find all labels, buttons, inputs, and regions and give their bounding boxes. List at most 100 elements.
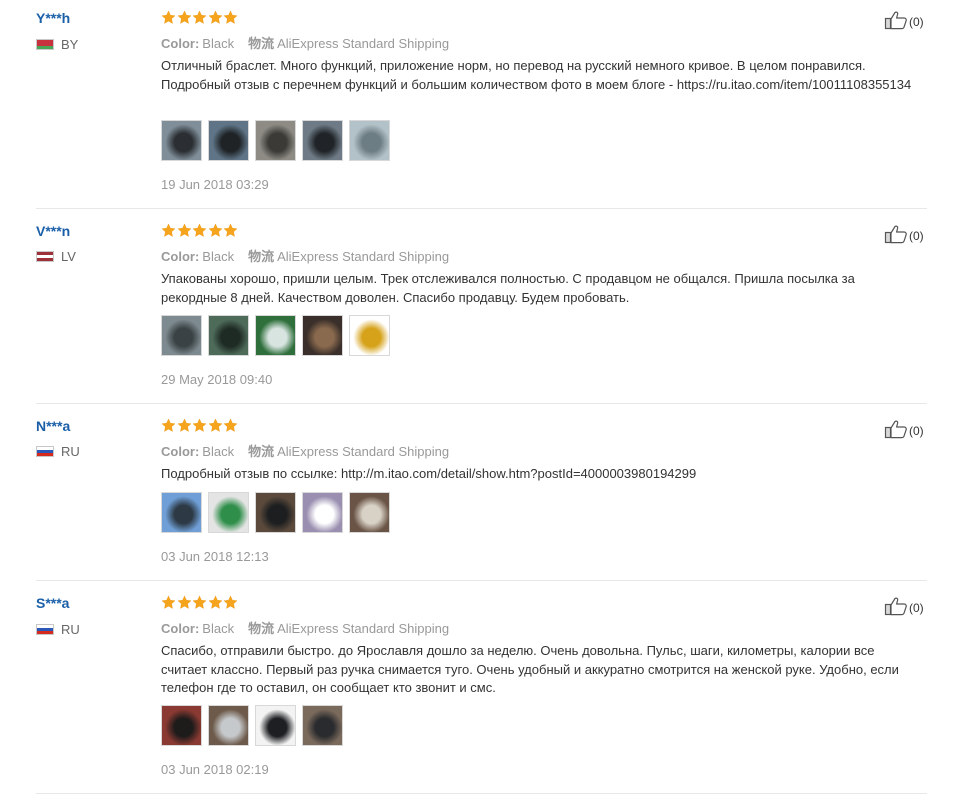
country-flag-icon [36, 39, 54, 50]
star-icon [223, 418, 238, 433]
review-photos [161, 705, 349, 746]
rating-stars [161, 10, 239, 25]
color-value: Black [202, 36, 235, 51]
shipping-label: 物流 [248, 621, 275, 636]
shipping-label: 物流 [248, 444, 275, 459]
review-photo-thumbnail[interactable] [161, 492, 202, 533]
star-icon [223, 10, 238, 25]
review-photo-thumbnail[interactable] [255, 120, 296, 161]
review-photo-thumbnail[interactable] [349, 315, 390, 356]
shipping-value: AliExpress Standard Shipping [277, 249, 450, 264]
review-photos [161, 120, 396, 161]
reviewer-country: RU [36, 444, 80, 459]
review-photo-thumbnail[interactable] [208, 315, 249, 356]
star-icon [161, 418, 176, 433]
star-icon [208, 418, 223, 433]
country-flag-icon [36, 624, 54, 635]
review-photo-thumbnail[interactable] [302, 705, 343, 746]
review-photo-thumbnail[interactable] [255, 315, 296, 356]
review-divider [36, 208, 927, 209]
shipping-value: AliExpress Standard Shipping [277, 621, 450, 636]
thumbs-up-icon [884, 10, 909, 33]
thumbs-up-icon [884, 419, 909, 442]
review-photo-thumbnail[interactable] [161, 120, 202, 161]
color-value: Black [202, 621, 235, 636]
review-photo-thumbnail[interactable] [208, 492, 249, 533]
review-date: 29 May 2018 09:40 [161, 372, 273, 387]
review-text: Упакованы хорошо, пришли целым. Трек отс… [161, 271, 855, 305]
review-photo-thumbnail[interactable] [161, 705, 202, 746]
star-icon [208, 223, 223, 238]
star-icon [208, 10, 223, 25]
review-text: Отличный браслет. Много функций, приложе… [161, 58, 912, 92]
color-label: Color: [161, 444, 200, 459]
star-icon [192, 595, 207, 610]
review-text: Подробный отзыв по ссылке: http://m.itao… [161, 466, 697, 481]
star-icon [208, 595, 223, 610]
star-icon [223, 223, 238, 238]
reviewer-name: Y***h [36, 10, 71, 26]
review-photo-thumbnail[interactable] [349, 120, 390, 161]
review-photo-thumbnail[interactable] [302, 120, 343, 161]
reviewer-country: BY [36, 37, 78, 52]
thumbs-up-icon [884, 596, 909, 619]
review-date: 19 Jun 2018 03:29 [161, 177, 269, 192]
color-value: Black [202, 444, 235, 459]
star-icon [161, 595, 176, 610]
color-value: Black [202, 249, 235, 264]
review-photo-thumbnail[interactable] [208, 120, 249, 161]
star-icon [192, 223, 207, 238]
helpful-count: (0) [909, 423, 924, 438]
color-label: Color: [161, 621, 200, 636]
review-divider [36, 403, 927, 404]
helpful-count: (0) [909, 14, 924, 29]
reviewer-country: LV [36, 249, 76, 264]
star-icon [161, 10, 176, 25]
country-flag-icon [36, 251, 54, 262]
review-photo-thumbnail[interactable] [349, 492, 390, 533]
star-icon [192, 418, 207, 433]
review-divider [36, 580, 927, 581]
order-info: Color: Black 物流 AliExpress Standard Shippin… [161, 33, 449, 52]
star-icon [223, 595, 238, 610]
reviewer-name: V***n [36, 223, 71, 239]
order-info: Color: Black 物流 AliExpress Standard Shippin… [161, 618, 449, 637]
review-photo-thumbnail[interactable] [255, 705, 296, 746]
helpful-button[interactable]: (0) [884, 224, 924, 247]
star-icon [192, 10, 207, 25]
review-photo-thumbnail[interactable] [208, 705, 249, 746]
review-photo-thumbnail[interactable] [161, 315, 202, 356]
review-photo-thumbnail[interactable] [302, 315, 343, 356]
country-code: BY [61, 37, 79, 52]
shipping-value: AliExpress Standard Shipping [277, 36, 450, 51]
helpful-count: (0) [909, 600, 924, 615]
country-code: RU [61, 622, 80, 637]
review-photo-thumbnail[interactable] [255, 492, 296, 533]
star-icon [177, 595, 192, 610]
shipping-label: 物流 [248, 249, 275, 264]
review-photos [161, 315, 396, 356]
rating-stars [161, 418, 239, 433]
star-icon [161, 223, 176, 238]
star-icon [177, 10, 192, 25]
reviewer-country: RU [36, 622, 80, 637]
star-icon [177, 223, 192, 238]
reviewer-name: N***a [36, 418, 71, 434]
helpful-button[interactable]: (0) [884, 596, 924, 619]
review-date: 03 Jun 2018 12:13 [161, 549, 269, 564]
thumbs-up-icon [884, 224, 909, 247]
helpful-button[interactable]: (0) [884, 419, 924, 442]
color-label: Color: [161, 36, 200, 51]
helpful-button[interactable]: (0) [884, 10, 924, 33]
shipping-value: AliExpress Standard Shipping [277, 444, 450, 459]
country-code: RU [61, 444, 80, 459]
helpful-count: (0) [909, 228, 924, 243]
country-flag-icon [36, 446, 54, 457]
review-text: Спасибо, отправили быстро. до Ярославля … [161, 643, 899, 695]
country-code: LV [61, 249, 76, 264]
review-photos [161, 492, 396, 533]
shipping-label: 物流 [248, 36, 275, 51]
review-photo-thumbnail[interactable] [302, 492, 343, 533]
order-info: Color: Black 物流 AliExpress Standard Shippin… [161, 441, 449, 460]
review-divider [36, 793, 927, 794]
